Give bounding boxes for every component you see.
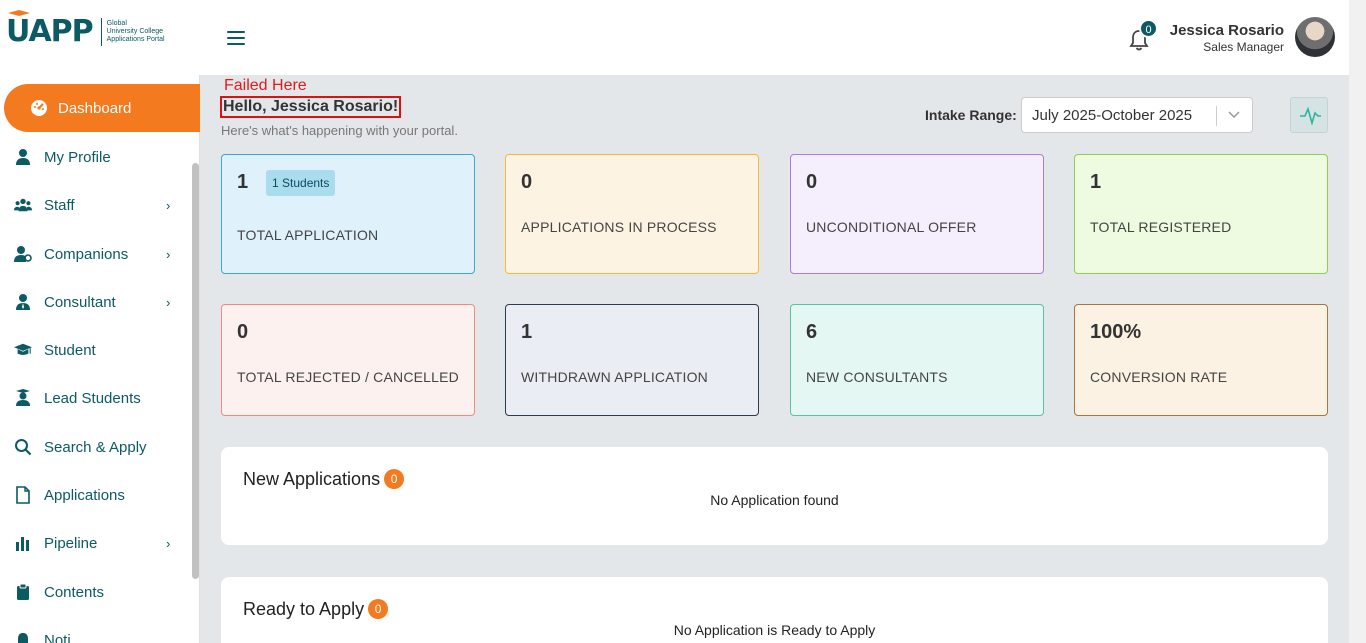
stat-card-new-consultants[interactable]: 6 NEW CONSULTANTS: [790, 304, 1044, 416]
stat-card-total-rejected-cancelled[interactable]: 0 TOTAL REJECTED / CANCELLED: [221, 304, 475, 416]
sidebar-scrollbar[interactable]: [192, 163, 199, 579]
sidebar-item-lead-students[interactable]: Lead Students: [0, 378, 190, 418]
search-icon: [15, 439, 32, 456]
stat-card-total-application[interactable]: 1 1 Students TOTAL APPLICATION: [221, 154, 475, 274]
user-icon: [16, 149, 30, 165]
notification-icon: [18, 633, 28, 643]
top-bar: UAPP Global University College Applicati…: [0, 0, 1366, 75]
chevron-right-icon: ›: [166, 197, 171, 213]
stat-value: 0: [237, 321, 249, 343]
sidebar-item-notifications[interactable]: Noti: [0, 620, 190, 643]
stat-value: 6: [806, 321, 818, 343]
sidebar-item-label: Staff: [44, 196, 75, 214]
empty-state-message: No Application found: [710, 492, 839, 508]
stat-value: 1: [237, 171, 249, 193]
new-applications-title: New Applications 0: [243, 469, 405, 490]
stat-label: CONVERSION RATE: [1090, 369, 1228, 385]
stat-label: WITHDRAWN APPLICATION: [521, 369, 708, 385]
stat-label: TOTAL REGISTERED: [1090, 219, 1232, 235]
dashboard-icon: [31, 100, 47, 116]
ready-to-apply-count-badge: 0: [368, 599, 389, 620]
sidebar-item-label: Consultant: [44, 293, 116, 311]
sidebar-item-label: Pipeline: [44, 534, 98, 552]
new-applications-panel: New Applications 0 No Application found: [221, 447, 1328, 545]
sidebar-item-contents[interactable]: Contents: [0, 572, 190, 612]
stat-value: 1: [521, 321, 533, 343]
document-icon: [16, 486, 30, 504]
sidebar-item-label: Lead Students: [44, 389, 141, 407]
sidebar-item-search-apply[interactable]: Search & Apply: [0, 427, 190, 467]
intake-range-label: Intake Range:: [925, 107, 1017, 123]
stat-card-total-registered[interactable]: 1 TOTAL REGISTERED: [1074, 154, 1328, 274]
menu-toggle-icon[interactable]: [227, 31, 245, 45]
stat-value: 1: [1090, 171, 1102, 193]
new-applications-count-badge: 0: [384, 469, 405, 490]
stat-card-conversion-rate[interactable]: 100% CONVERSION RATE: [1074, 304, 1328, 416]
sidebar-item-label: Dashboard: [58, 99, 132, 117]
stat-label: NEW CONSULTANTS: [806, 369, 948, 385]
consultant-icon: [16, 294, 30, 310]
ready-to-apply-panel: Ready to Apply 0 No Application is Ready …: [221, 577, 1328, 643]
activity-pulse-icon: [1300, 106, 1321, 126]
sidebar-item-consultant[interactable]: Consultant ›: [0, 282, 190, 322]
stat-label: APPLICATIONS IN PROCESS: [521, 219, 717, 235]
sidebar-item-applications[interactable]: Applications: [0, 475, 190, 515]
notification-badge[interactable]: 0: [1139, 19, 1158, 38]
stat-card-withdrawn-application[interactable]: 1 WITHDRAWN APPLICATION: [505, 304, 759, 416]
sidebar-item-staff[interactable]: Staff ›: [0, 185, 190, 225]
stat-card-applications-in-process[interactable]: 0 APPLICATIONS IN PROCESS: [505, 154, 759, 274]
sidebar-item-companions[interactable]: Companions ›: [0, 234, 190, 274]
chevron-down-icon: [1228, 111, 1240, 119]
sidebar-item-label: Search & Apply: [44, 438, 147, 456]
stat-label: TOTAL APPLICATION: [237, 227, 379, 243]
intake-range-value: July 2025-October 2025: [1032, 107, 1193, 124]
sidebar-item-student[interactable]: Student: [0, 330, 190, 370]
sidebar-item-dashboard[interactable]: Dashboard: [4, 84, 200, 132]
clipboard-icon: [17, 583, 29, 600]
stat-label: UNCONDITIONAL OFFER: [806, 219, 977, 235]
logo-subtitle: Global University College Applications P…: [106, 20, 165, 43]
stat-label: TOTAL REJECTED / CANCELLED: [237, 369, 459, 385]
page-title: Hello, Jessica Rosario!: [220, 96, 402, 118]
activity-button[interactable]: [1290, 97, 1328, 133]
sidebar: Dashboard My Profile Staff › Companions …: [0, 75, 200, 643]
sidebar-item-label: Noti: [44, 631, 71, 643]
stat-card-unconditional-offer[interactable]: 0 UNCONDITIONAL OFFER: [790, 154, 1044, 274]
logo-cap-icon: [8, 10, 30, 16]
intake-range-select[interactable]: July 2025-October 2025: [1021, 97, 1253, 133]
chevron-right-icon: ›: [166, 294, 171, 310]
error-annotation: Failed Here: [224, 77, 307, 94]
bar-chart-icon: [16, 537, 29, 551]
companions-icon: [14, 246, 32, 262]
users-icon: [14, 198, 32, 212]
chevron-right-icon: ›: [166, 535, 171, 551]
page-scrollbar[interactable]: [1349, 0, 1366, 643]
sidebar-item-my-profile[interactable]: My Profile: [0, 137, 190, 177]
uapp-logo[interactable]: UAPP Global University College Applicati…: [6, 10, 165, 50]
chevron-right-icon: ›: [166, 246, 171, 262]
stat-value: 0: [806, 171, 818, 193]
sidebar-item-label: Student: [44, 341, 96, 359]
user-name[interactable]: Jessica Rosario: [1170, 22, 1284, 39]
stat-value: 0: [521, 171, 533, 193]
sidebar-item-label: Applications: [44, 486, 125, 504]
ready-to-apply-title: Ready to Apply 0: [243, 599, 389, 620]
graduation-cap-icon: [14, 343, 32, 355]
stat-value: 100%: [1090, 321, 1142, 343]
sidebar-item-label: Contents: [44, 583, 105, 601]
sidebar-item-pipeline[interactable]: Pipeline ›: [0, 523, 190, 563]
page-subtitle: Here's what's happening with your portal…: [221, 123, 458, 138]
user-role: Sales Manager: [1203, 40, 1284, 54]
sidebar-item-label: My Profile: [44, 148, 111, 166]
sidebar-item-label: Companions: [44, 245, 129, 263]
students-count-chip[interactable]: 1 Students: [266, 170, 336, 196]
avatar[interactable]: [1295, 17, 1335, 57]
logo-text: UAPP: [6, 14, 94, 49]
empty-state-message: No Application is Ready to Apply: [673, 622, 876, 638]
lead-student-icon: [16, 389, 30, 406]
